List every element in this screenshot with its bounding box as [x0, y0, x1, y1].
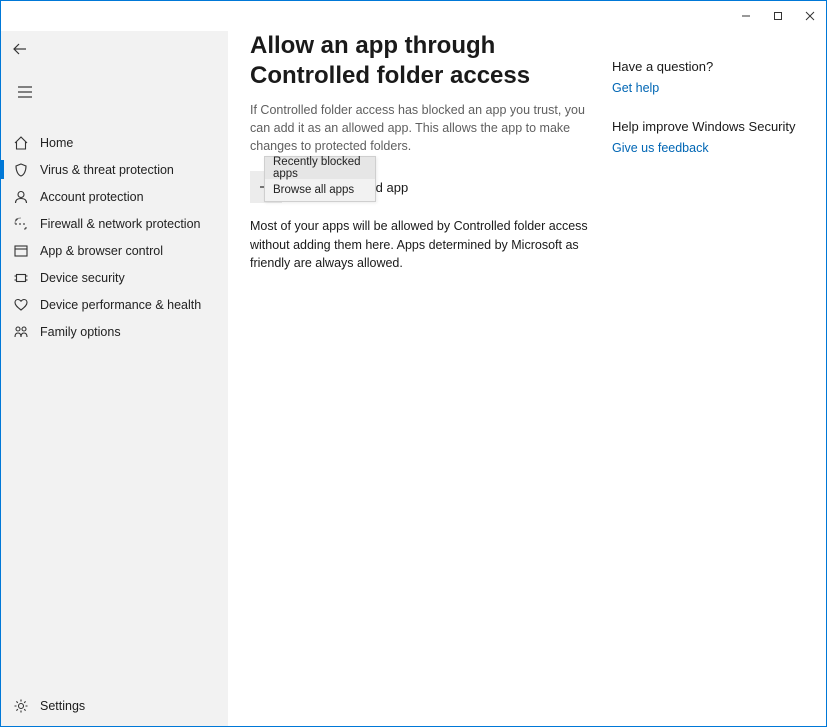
- nav-item-virus-threat[interactable]: Virus & threat protection: [1, 156, 228, 183]
- improve-heading: Help improve Windows Security: [612, 119, 826, 134]
- main-area: Allow an app through Controlled folder a…: [228, 31, 826, 726]
- question-heading: Have a question?: [612, 59, 826, 74]
- titlebar: [1, 1, 826, 31]
- nav-item-settings[interactable]: Settings: [1, 686, 228, 726]
- content-column: Allow an app through Controlled folder a…: [250, 31, 600, 726]
- nav-label: Firewall & network protection: [40, 217, 200, 231]
- minimize-button[interactable]: [730, 1, 762, 31]
- nav-item-firewall-network[interactable]: Firewall & network protection: [1, 210, 228, 237]
- person-icon: [12, 188, 30, 206]
- nav-label: Device security: [40, 271, 125, 285]
- nav-label: Device performance & health: [40, 298, 201, 312]
- nav-item-family-options[interactable]: Family options: [1, 318, 228, 345]
- hamburger-button[interactable]: [5, 73, 45, 113]
- page-title: Allow an app through Controlled folder a…: [250, 31, 590, 91]
- close-button[interactable]: [794, 1, 826, 31]
- nav-item-app-browser[interactable]: App & browser control: [1, 237, 228, 264]
- windows-security-window: Home Virus & threat protection Account p…: [0, 0, 827, 727]
- flyout-item-label: Browse all apps: [273, 184, 354, 196]
- get-help-link[interactable]: Get help: [612, 81, 659, 95]
- sidebar: Home Virus & threat protection Account p…: [1, 31, 228, 726]
- flyout-item-browse-all[interactable]: Browse all apps: [265, 179, 375, 201]
- maximize-button[interactable]: [762, 1, 794, 31]
- network-icon: [12, 215, 30, 233]
- nav-label: Home: [40, 136, 73, 150]
- nav-label: Virus & threat protection: [40, 163, 174, 177]
- nav-label: Family options: [40, 325, 121, 339]
- right-column: Have a question? Get help Help improve W…: [600, 31, 826, 726]
- info-text: Most of your apps will be allowed by Con…: [250, 217, 590, 271]
- heart-icon: [12, 296, 30, 314]
- nav-item-device-performance[interactable]: Device performance & health: [1, 291, 228, 318]
- settings-label: Settings: [40, 699, 85, 713]
- feedback-link[interactable]: Give us feedback: [612, 141, 709, 155]
- family-icon: [12, 323, 30, 341]
- app-window-icon: [12, 242, 30, 260]
- home-icon: [12, 134, 30, 152]
- nav-label: Account protection: [40, 190, 144, 204]
- nav-item-device-security[interactable]: Device security: [1, 264, 228, 291]
- add-app-flyout: Recently blocked apps Browse all apps: [264, 156, 376, 202]
- nav-item-home[interactable]: Home: [1, 129, 228, 156]
- nav-item-account-protection[interactable]: Account protection: [1, 183, 228, 210]
- page-description: If Controlled folder access has blocked …: [250, 101, 590, 155]
- app-body: Home Virus & threat protection Account p…: [1, 31, 826, 726]
- chip-icon: [12, 269, 30, 287]
- flyout-item-recently-blocked[interactable]: Recently blocked apps: [265, 157, 375, 179]
- flyout-item-label: Recently blocked apps: [273, 156, 367, 180]
- hamburger-icon: [17, 86, 33, 101]
- shield-icon: [12, 161, 30, 179]
- gear-icon: [12, 697, 30, 715]
- back-button[interactable]: [5, 35, 35, 65]
- arrow-left-icon: [12, 41, 28, 60]
- nav-list: Home Virus & threat protection Account p…: [1, 129, 228, 345]
- nav-label: App & browser control: [40, 244, 163, 258]
